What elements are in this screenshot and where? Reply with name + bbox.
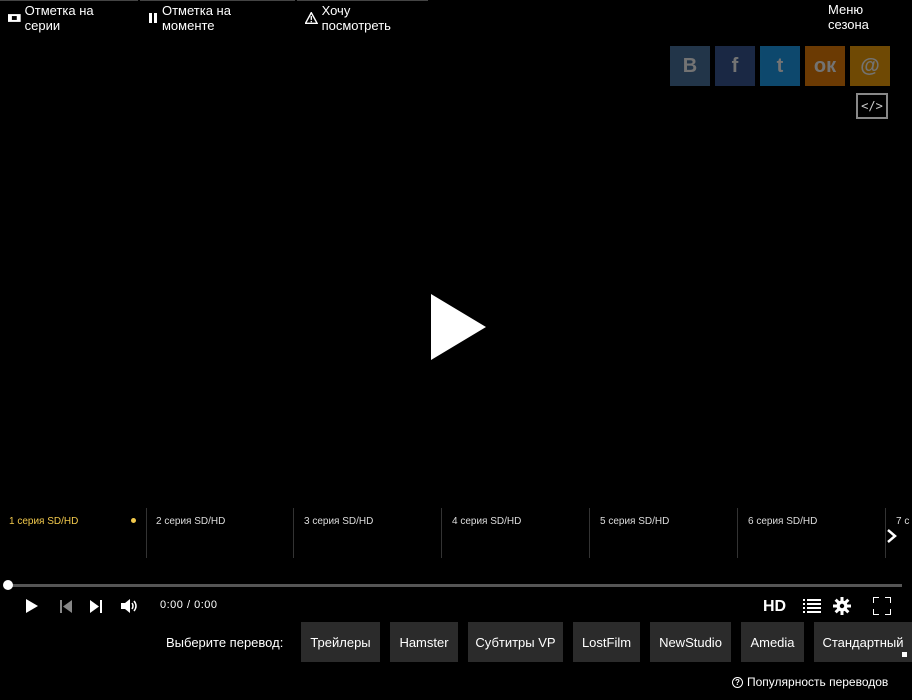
share-vk-button[interactable]: В — [670, 46, 710, 86]
season-menu-button[interactable]: Меню сезона — [820, 0, 912, 34]
episode-item-5[interactable]: 5 серия SD/HD — [591, 508, 738, 558]
facebook-icon: f — [731, 54, 739, 77]
settings-button[interactable] — [832, 596, 852, 616]
mark-moment-label: Отметка на моменте — [161, 2, 231, 33]
volume-icon — [121, 599, 137, 613]
volume-button[interactable] — [120, 596, 140, 616]
fullscreen-icon — [873, 597, 891, 615]
previous-button[interactable] — [58, 596, 74, 616]
translation-option-hamster[interactable]: Hamster — [390, 622, 458, 662]
play-icon — [26, 599, 38, 613]
translation-option-newstudio[interactable]: NewStudio — [650, 622, 731, 662]
season-menu-label: Меню сезона — [828, 2, 869, 32]
episode-item-1[interactable]: 1 серия SD/HD — [0, 508, 147, 558]
current-episode-dot — [131, 518, 136, 523]
translation-option-lostfilm[interactable]: LostFilm — [573, 622, 640, 662]
share-twitter-button[interactable]: t — [760, 46, 800, 86]
big-play-icon[interactable] — [431, 294, 486, 360]
vk-icon: В — [682, 54, 698, 77]
translation-popularity-label: Популярность переводов — [747, 675, 889, 689]
mark-episode-label: Отметка на серии — [24, 2, 94, 33]
episode-label: 4 серия SD/HD — [452, 516, 522, 527]
gear-icon — [833, 597, 851, 615]
progress-bar[interactable] — [6, 584, 902, 587]
next-button[interactable] — [88, 596, 104, 616]
episode-label: 5 серия SD/HD — [600, 516, 670, 527]
progress-handle[interactable] — [3, 580, 13, 590]
share-facebook-button[interactable]: f — [715, 46, 755, 86]
episode-label: 3 серия SD/HD — [304, 516, 374, 527]
translation-option-subtitles-vp[interactable]: Субтитры VP — [468, 622, 563, 662]
warning-icon — [305, 11, 318, 24]
ticket-icon — [8, 13, 21, 22]
twitter-icon: t — [776, 54, 784, 77]
episode-label: 1 серия SD/HD — [9, 516, 79, 527]
episode-item-2[interactable]: 2 серия SD/HD — [147, 508, 294, 558]
mark-moment-button[interactable]: Отметка на моменте — [140, 0, 295, 34]
chevron-right-icon[interactable] — [886, 524, 898, 550]
translation-option-amedia[interactable]: Amedia — [741, 622, 804, 662]
episode-item-4[interactable]: 4 серия SD/HD — [443, 508, 590, 558]
episode-label: 7 с — [896, 516, 910, 527]
embed-code-icon: </> — [861, 99, 883, 113]
selected-marker — [902, 652, 907, 657]
choose-translation-label: Выберите перевод: — [166, 635, 284, 650]
mail-icon: @ — [860, 54, 880, 77]
translation-option-trailers[interactable]: Трейлеры — [301, 622, 380, 662]
mark-episode-button[interactable]: Отметка на серии — [0, 0, 138, 34]
fullscreen-button[interactable] — [872, 596, 892, 616]
want-to-watch-button[interactable]: Хочу посмотреть — [297, 0, 428, 34]
want-to-watch-label: Хочу посмотреть — [321, 2, 391, 33]
share-mail-button[interactable]: @ — [850, 46, 890, 86]
translation-option-standard[interactable]: Стандартный — [814, 622, 912, 662]
odnoklassniki-icon: ок — [813, 54, 837, 77]
play-button[interactable] — [24, 596, 40, 616]
episode-item-3[interactable]: 3 серия SD/HD — [295, 508, 442, 558]
pause-icon — [148, 12, 157, 23]
embed-code-button[interactable]: </> — [856, 93, 888, 119]
episode-item-6[interactable]: 6 серия SD/HD — [739, 508, 886, 558]
playlist-button[interactable] — [802, 596, 822, 616]
skip-next-icon — [90, 599, 102, 613]
skip-previous-icon — [60, 599, 72, 613]
quality-button[interactable]: HD — [763, 598, 786, 616]
episode-label: 6 серия SD/HD — [748, 516, 818, 527]
list-icon — [803, 599, 821, 613]
help-icon: ? — [732, 676, 743, 688]
share-odnoklassniki-button[interactable]: ок — [805, 46, 845, 86]
episode-label: 2 серия SD/HD — [156, 516, 226, 527]
translation-popularity-link[interactable]: ? Популярность переводов — [732, 675, 888, 689]
time-display: 0:00 / 0:00 — [160, 599, 218, 611]
